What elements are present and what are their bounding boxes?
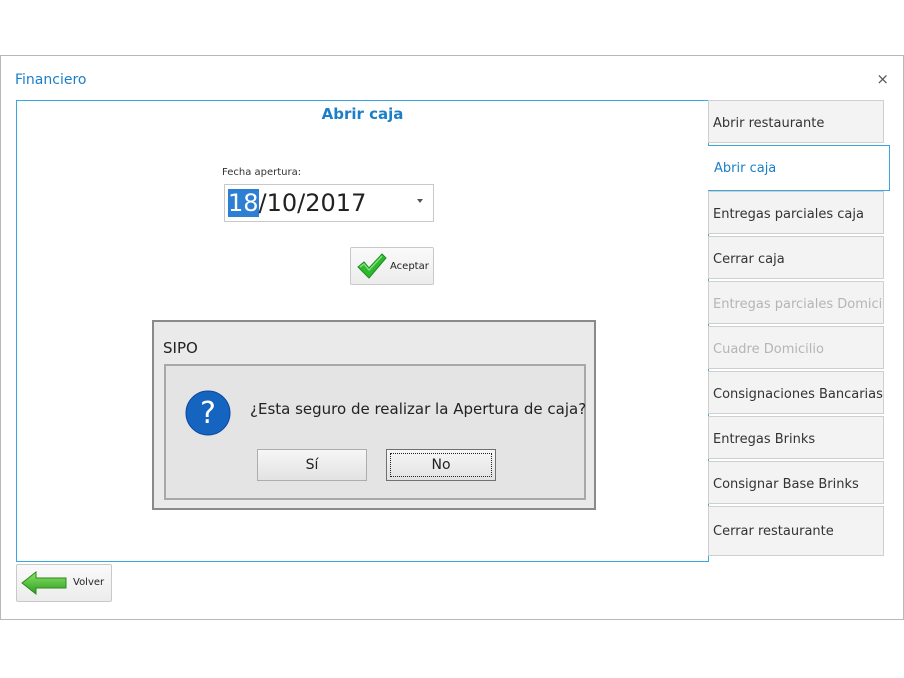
no-label: No	[431, 457, 451, 473]
sidebar-item-cerrar-caja[interactable]: Cerrar caja	[708, 236, 884, 279]
sidebar-item-consignaciones-bancarias[interactable]: Consignaciones Bancarias	[708, 371, 884, 414]
sidebar-item-entregas-parciales-caja[interactable]: Entregas parciales caja	[708, 191, 884, 234]
dialog-title: SIPO	[163, 339, 198, 357]
back-button[interactable]: Volver	[16, 564, 112, 602]
date-label: Fecha apertura:	[222, 167, 302, 178]
sidebar-item-abrir-caja[interactable]: Abrir caja	[708, 145, 890, 191]
close-icon[interactable]: ×	[876, 70, 889, 88]
accept-label: Aceptar	[390, 261, 429, 272]
sidebar-item-abrir-restaurante[interactable]: Abrir restaurante	[708, 100, 884, 143]
sidebar-item-cerrar-restaurante[interactable]: Cerrar restaurante	[708, 506, 884, 556]
window-title: Financiero	[15, 72, 87, 88]
date-rest[interactable]: /10/2017	[259, 189, 367, 217]
sidebar-item-entregas-brinks[interactable]: Entregas Brinks	[708, 416, 884, 459]
arrow-left-icon	[21, 571, 67, 595]
sidebar-item-cuadre-domicilio: Cuadre Domicilio	[708, 326, 884, 369]
dialog-message: ¿Esta seguro de realizar la Apertura de …	[250, 400, 587, 418]
sidebar-item-consignar-base-brinks[interactable]: Consignar Base Brinks	[708, 461, 884, 504]
back-label: Volver	[73, 577, 105, 588]
no-button[interactable]: No	[386, 449, 496, 481]
confirm-dialog: SIPO ? ¿Esta seguro de realizar la Apert…	[152, 320, 596, 510]
accept-button[interactable]: Aceptar	[350, 247, 434, 285]
sidebar-item-entregas-parciales-domicilio: Entregas parciales Domicilio	[708, 281, 884, 324]
date-day-selected[interactable]: 18	[228, 189, 259, 217]
date-picker[interactable]: 18/10/2017	[224, 184, 434, 222]
yes-button[interactable]: Sí	[257, 449, 367, 481]
checkmark-icon	[357, 253, 387, 279]
panel-title: Abrir caja	[321, 105, 404, 123]
question-icon: ?	[185, 390, 231, 436]
chevron-down-icon[interactable]	[417, 199, 423, 203]
svg-text:?: ?	[200, 396, 216, 431]
dialog-body: ? ¿Esta seguro de realizar la Apertura d…	[164, 364, 586, 500]
date-value[interactable]: 18/10/2017	[228, 189, 366, 217]
